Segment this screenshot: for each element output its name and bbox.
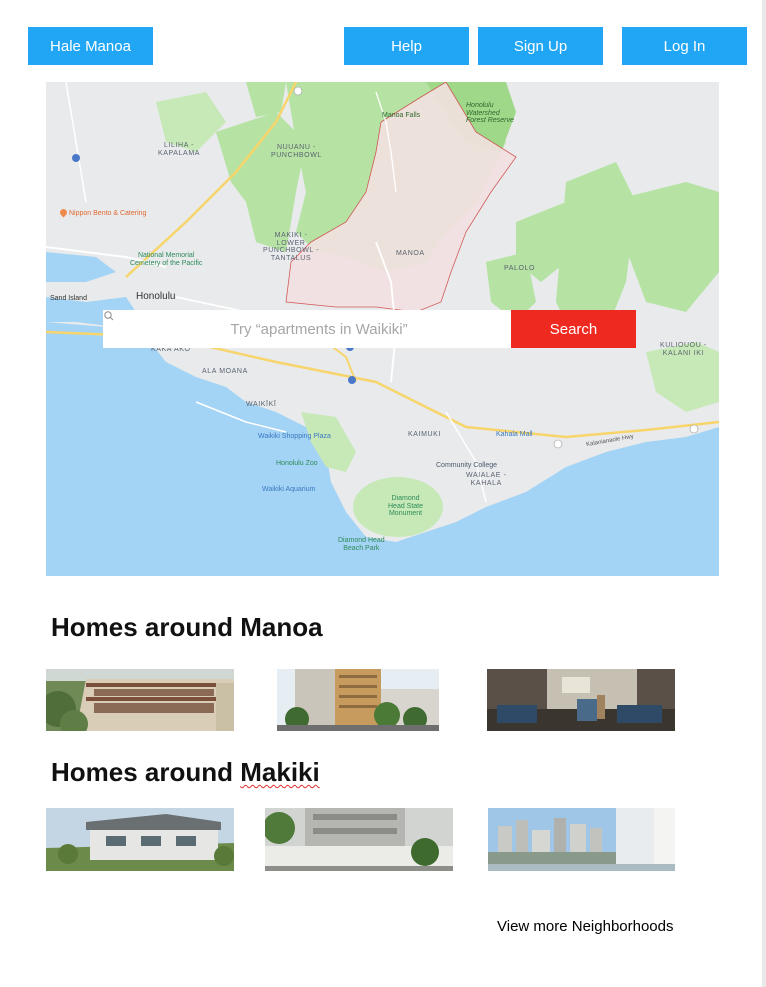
- page: Hale Manoa Help Sign Up Log In LILIHA - …: [0, 0, 766, 987]
- map-poi-community-college: Community College: [436, 462, 498, 469]
- map-area-manoa: MANOA: [396, 250, 425, 257]
- map-area-kaimuki: KAIMUKI: [408, 431, 441, 438]
- search-box[interactable]: [103, 310, 511, 348]
- signup-button[interactable]: Sign Up: [478, 27, 603, 65]
- help-button[interactable]: Help: [344, 27, 469, 65]
- place-pin-icon: [58, 207, 69, 218]
- search-input[interactable]: [103, 310, 511, 348]
- home-photo-manoa-1[interactable]: [46, 669, 234, 731]
- map-poi-kahala-mall: Kahala Mall: [496, 431, 533, 438]
- section-title-manoa: Homes around Manoa: [51, 612, 323, 642]
- map-area-makiki-lower: MAKIKI - LOWER PUNCHBOWL - TANTALUS: [263, 232, 320, 263]
- section-title-word: Makiki: [240, 757, 320, 787]
- search-icon: [104, 311, 114, 321]
- map-area-palolo: PALOLO: [504, 265, 536, 272]
- brand-button[interactable]: Hale Manoa: [28, 27, 153, 65]
- map-city-sand-island: Sand Island: [50, 295, 87, 302]
- map[interactable]: LILIHA - KAPALAMA NUUANU - PUNCHBOWL MAK…: [46, 82, 719, 576]
- map-poi-zoo: Honolulu Zoo: [276, 460, 318, 467]
- map-poi-nippon-label: Nippon Bento & Catering: [69, 210, 147, 217]
- map-poi-cemetery: National Memorial Cemetery of the Pacifi…: [130, 252, 203, 267]
- home-photo-image: [488, 808, 675, 871]
- section-title-prefix: Homes around: [51, 757, 241, 787]
- login-button[interactable]: Log In: [622, 27, 747, 65]
- map-area-kuliouou: KULIOUOU - KALANI IKI: [660, 342, 707, 357]
- map-poi-dh-beach: Diamond Head Beach Park: [338, 537, 385, 552]
- home-photo-image: [487, 669, 675, 731]
- home-photo-image: [265, 808, 453, 871]
- map-area-waialae: WAIALAE - KAHALA: [466, 472, 507, 487]
- home-photo-manoa-3[interactable]: [487, 669, 675, 731]
- home-photo-image: [46, 808, 234, 871]
- map-area-ala-moana: ALA MOANA: [202, 368, 248, 375]
- map-poi-waikiki-plaza: Waikiki Shopping Plaza: [258, 433, 331, 440]
- home-photo-manoa-2[interactable]: [277, 669, 439, 731]
- map-poi-diamond-head: Diamond Head State Monument: [388, 495, 424, 518]
- home-photo-makiki-1[interactable]: [46, 808, 234, 871]
- home-photo-makiki-3[interactable]: [488, 808, 675, 871]
- home-photo-makiki-2[interactable]: [265, 808, 453, 871]
- map-area-waikiki: WAIKĪKĪ: [246, 401, 277, 408]
- map-poi-manoa-falls: Manoa Falls: [382, 112, 421, 119]
- map-city-honolulu: Honolulu: [136, 291, 176, 302]
- scrollbar-track[interactable]: [762, 0, 766, 987]
- map-area-liliha: LILIHA - KAPALAMA: [158, 142, 201, 157]
- map-poi-watershed: Honolulu Watershed Forest Reserve: [466, 102, 514, 125]
- home-photo-image: [46, 669, 234, 731]
- map-poi-aquarium: Waikiki Aquarium: [262, 486, 316, 493]
- map-poi-nippon: Nippon Bento & Catering: [58, 207, 147, 218]
- section-title-makiki: Homes around Makiki: [51, 757, 320, 788]
- map-area-nuuanu: NUUANU - PUNCHBOWL: [271, 144, 322, 159]
- view-more-neighborhoods-link[interactable]: View more Neighborhoods: [497, 918, 674, 935]
- home-photo-image: [277, 669, 439, 731]
- search-button[interactable]: Search: [511, 310, 636, 348]
